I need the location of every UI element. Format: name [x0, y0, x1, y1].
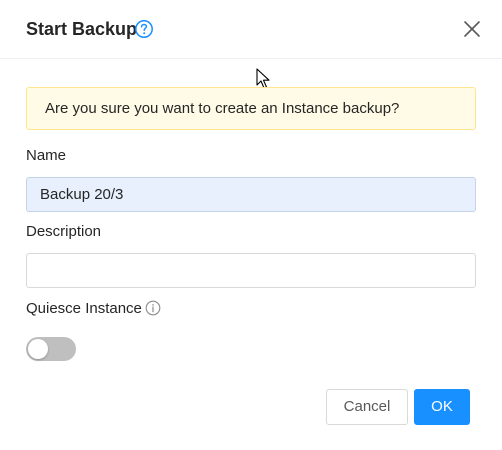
info-circle-icon[interactable]	[145, 300, 161, 316]
dialog-header: Start Backup	[0, 0, 502, 59]
description-input[interactable]	[26, 253, 476, 288]
toggle-knob	[28, 339, 48, 359]
quiesce-instance-label: Quiesce Instance	[26, 300, 142, 317]
cancel-button[interactable]: Cancel	[326, 389, 408, 425]
start-backup-dialog: Start Backup Are you sure you want to cr…	[0, 0, 502, 450]
name-input[interactable]	[26, 177, 476, 212]
close-icon[interactable]	[462, 19, 482, 39]
confirmation-alert: Are you sure you want to create an Insta…	[26, 87, 476, 130]
dialog-title: Start Backup	[26, 19, 138, 39]
ok-button[interactable]: OK	[414, 389, 470, 425]
description-label: Description	[26, 223, 102, 240]
quiesce-instance-toggle[interactable]	[26, 337, 76, 361]
question-circle-icon[interactable]	[134, 19, 154, 39]
name-label: Name	[26, 147, 67, 164]
